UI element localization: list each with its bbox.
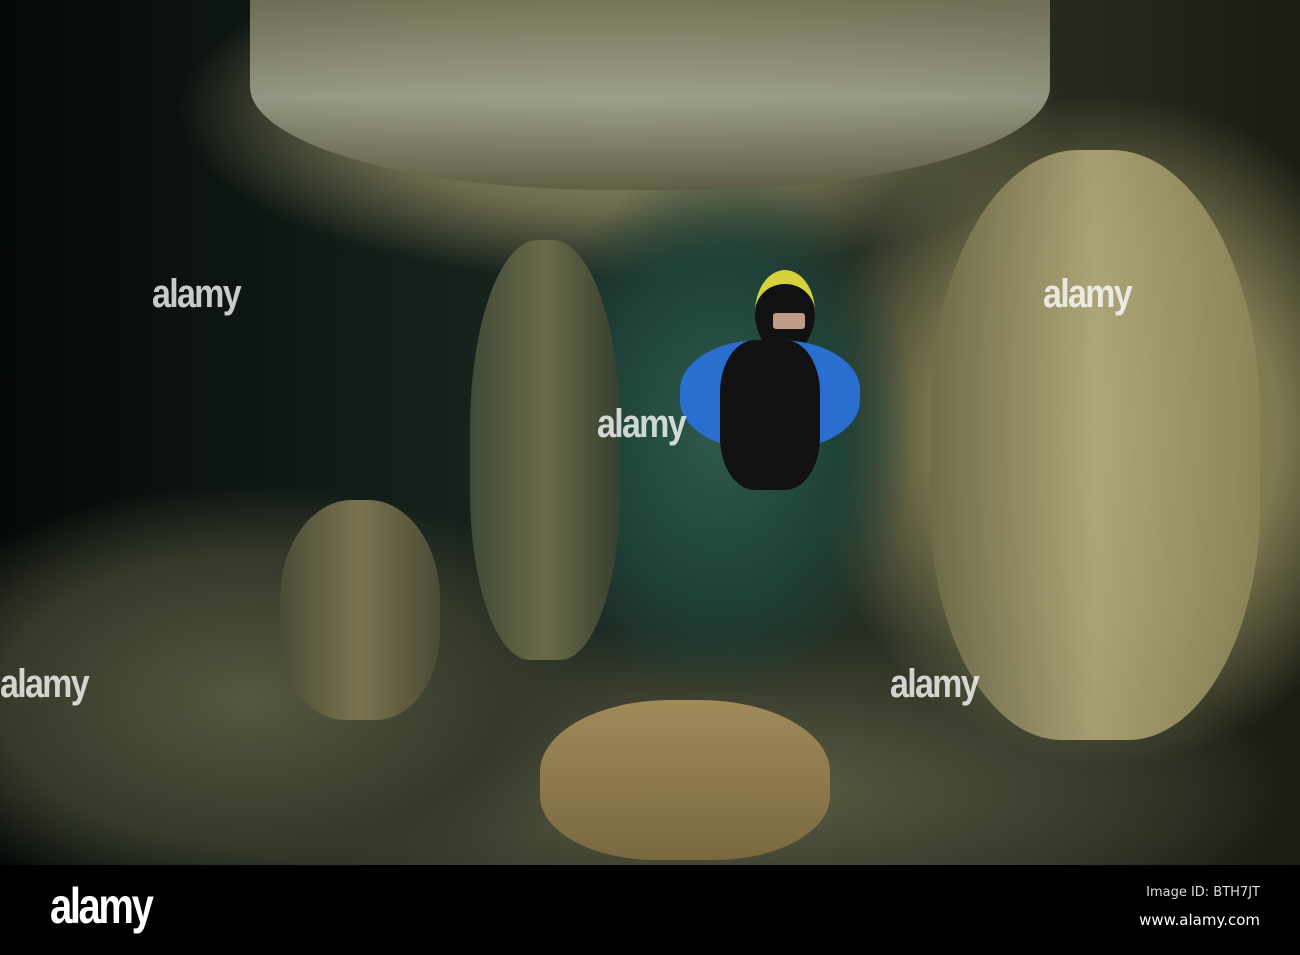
diver-harness [720,340,820,490]
left-stalagmite [280,500,440,720]
watermark: alamy [890,662,980,706]
website-link[interactable]: www.alamy.com [1139,911,1260,929]
left-pillar [470,240,620,660]
alamy-logo: alamy [50,878,154,934]
image-id: Image ID: BTH7JT [1146,885,1260,900]
footer-bar: alamy Image ID: BTH7JT www.alamy.com [0,865,1300,955]
right-pillar [930,150,1260,740]
diver-mask [768,308,810,334]
ceiling [250,0,1050,190]
watermark: alamy [1043,272,1133,316]
watermark: alamy [0,662,90,706]
foreground-stalagmite [540,700,830,860]
watermark: alamy [152,272,242,316]
diver [640,270,860,500]
watermark: alamy [597,402,687,446]
cave-diver-photo: alamy alamy alamy alamy alamy [0,0,1300,865]
